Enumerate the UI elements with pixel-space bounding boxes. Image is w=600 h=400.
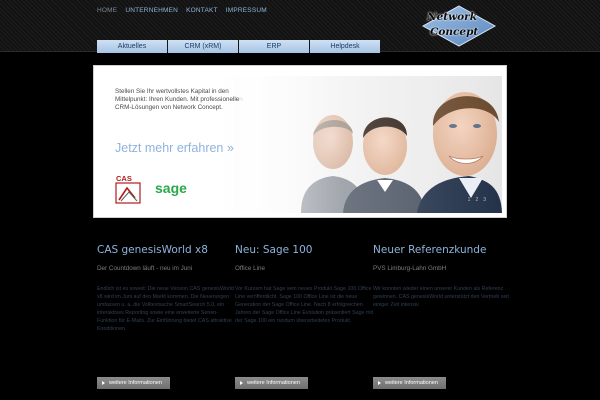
network-concept-logo[interactable]: Network Concept — [421, 5, 497, 47]
banner-cta-link[interactable]: Jetzt mehr erfahren » — [115, 141, 234, 155]
pager-dot-3[interactable]: 3 — [483, 197, 486, 203]
more-info-button-cas[interactable]: weitere Informationen — [97, 377, 170, 389]
top-navigation: HOME UNTERNEHMEN KONTAKT IMPRESSUM — [97, 7, 267, 14]
more-info-button-sage[interactable]: weitere Informationen — [235, 377, 308, 389]
column-body: Vor Kurzem hat Sage sein neues Produkt S… — [235, 286, 373, 324]
nav-impressum[interactable]: IMPRESSUM — [226, 7, 267, 14]
column-subtitle: PVS Limburg-Lahn GmbH — [373, 265, 447, 272]
column-subtitle: Office Line — [235, 265, 265, 272]
column-subtitle: Der Countdown läuft - neu im Juni — [97, 265, 193, 272]
tab-helpdesk[interactable]: Helpdesk — [310, 40, 380, 53]
news-column-referenz: Neuer Referenzkunde PVS Limburg-Lahn Gmb… — [373, 244, 513, 309]
cas-logo: CAS — [115, 174, 143, 204]
banner-text: Stellen Sie Ihr wertvollstes Kapital in … — [115, 88, 243, 111]
news-column-cas: CAS genesisWorld x8 Der Countdown läuft … — [97, 244, 237, 333]
sage-logo: sage — [155, 180, 187, 196]
more-info-button-referenz[interactable]: weitere Informationen — [373, 377, 446, 389]
column-title[interactable]: Neu: Sage 100 — [235, 244, 375, 256]
nav-home[interactable]: HOME — [97, 7, 117, 14]
nav-unternehmen[interactable]: UNTERNEHMEN — [125, 7, 178, 14]
tab-aktuelles[interactable]: Aktuelles — [97, 40, 167, 53]
cas-logo-text: CAS — [116, 174, 132, 183]
column-title[interactable]: Neuer Referenzkunde — [373, 244, 513, 256]
site-header: HOME UNTERNEHMEN KONTAKT IMPRESSUM Netwo… — [0, 0, 600, 53]
column-body: Wir konnten wieder einen unserer Kunden … — [373, 286, 509, 308]
tab-crm-xrm[interactable]: CRM (xRM) — [168, 40, 238, 53]
news-column-sage: Neu: Sage 100 Office Line Vor Kurzem hat… — [235, 244, 375, 325]
nav-kontakt[interactable]: KONTAKT — [186, 7, 218, 14]
pager-dot-2[interactable]: 2 — [475, 197, 478, 203]
pager-dot-1[interactable]: 1 — [468, 197, 471, 203]
column-title[interactable]: CAS genesisWorld x8 — [97, 244, 237, 256]
logo-text-network: Network — [427, 11, 477, 23]
main-tabs: Aktuelles CRM (xRM) ERP Helpdesk — [97, 40, 381, 53]
hero-banner[interactable]: Stellen Sie Ihr wertvollstes Kapital in … — [93, 65, 507, 218]
people-photo — [239, 76, 502, 213]
banner-content: Stellen Sie Ihr wertvollstes Kapital in … — [99, 76, 502, 213]
slider-pager: 1 2 3 — [468, 197, 486, 203]
column-body: Endlich ist es soweit: Die neue Version … — [97, 286, 234, 332]
tab-erp[interactable]: ERP — [239, 40, 309, 53]
logo-text-concept: Concept — [430, 26, 479, 38]
